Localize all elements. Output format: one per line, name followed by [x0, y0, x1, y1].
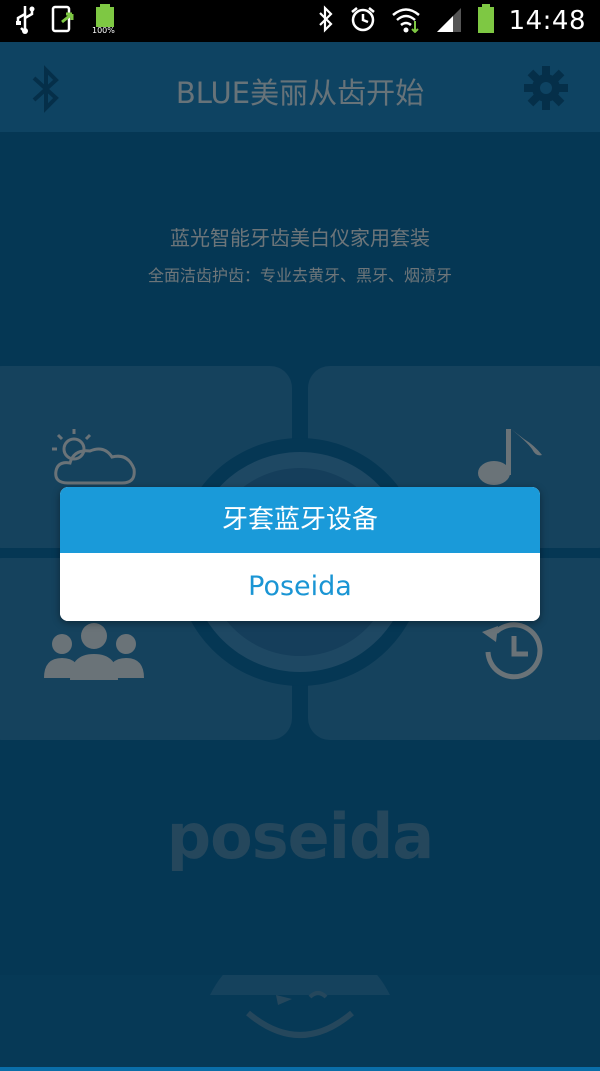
wifi-icon	[391, 5, 421, 37]
battery-percent-label: 100%	[92, 26, 115, 35]
bluetooth-device-dialog: 牙套蓝牙设备 Poseida	[60, 487, 540, 621]
device-list-item[interactable]: Poseida	[60, 553, 540, 621]
usb-icon	[14, 4, 36, 38]
signal-icon	[435, 5, 463, 37]
battery-icon	[477, 4, 495, 38]
status-bar-left: 100%	[14, 4, 118, 38]
alarm-icon	[349, 5, 377, 37]
status-bar: 100% 14:48	[0, 0, 600, 42]
dialog-title: 牙套蓝牙设备	[60, 487, 540, 553]
bluetooth-icon	[317, 5, 335, 37]
screenshot-icon	[50, 4, 78, 38]
status-bar-right: 14:48	[317, 4, 586, 38]
battery-full-icon: 100%	[92, 4, 118, 38]
status-time: 14:48	[508, 6, 586, 36]
